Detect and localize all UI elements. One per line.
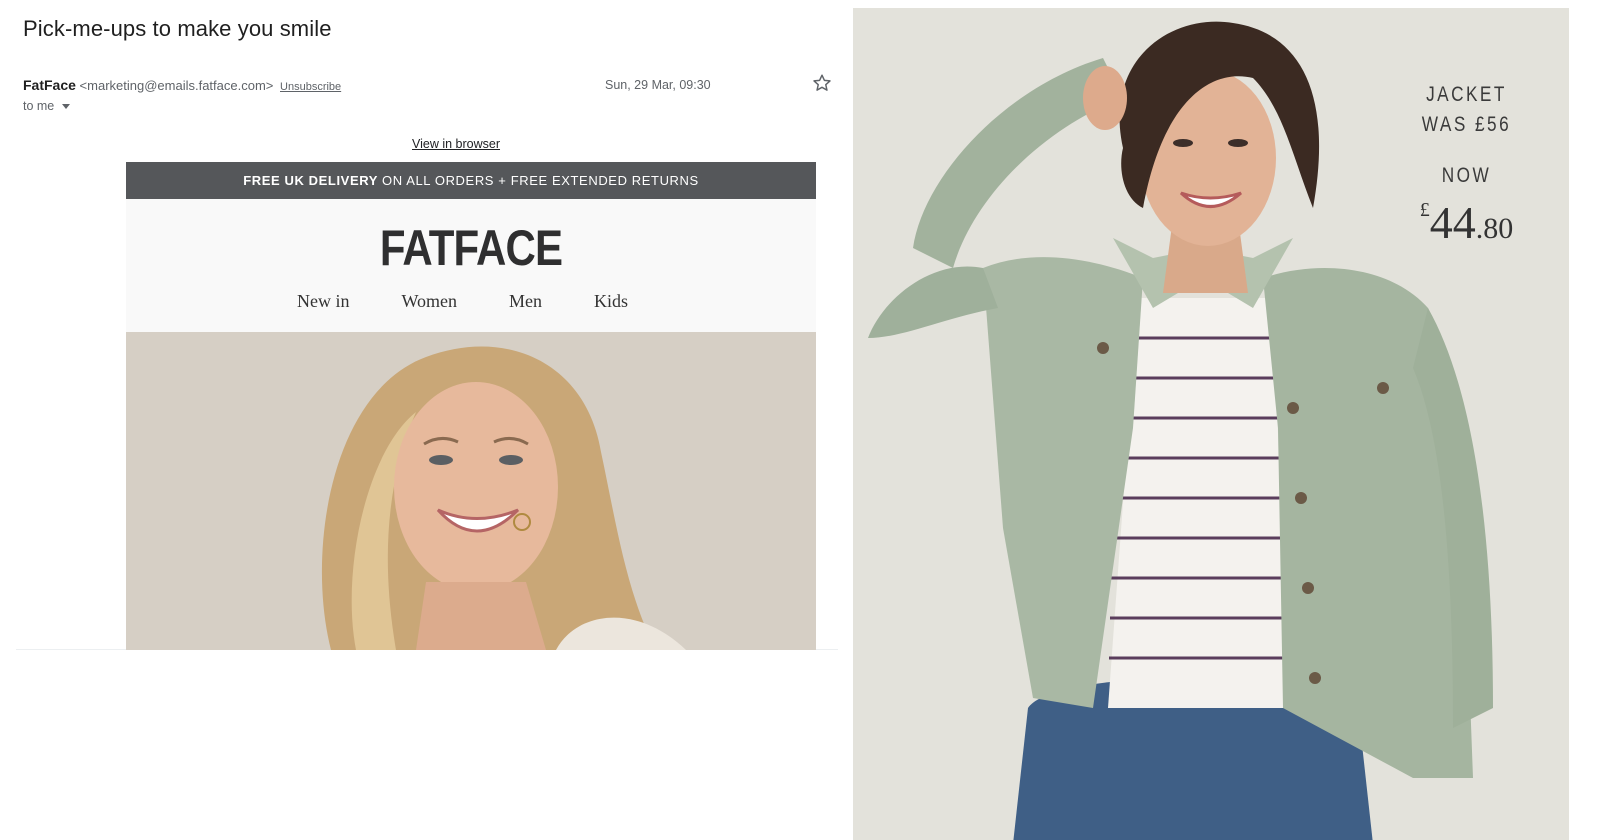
nav-kids[interactable]: Kids (594, 291, 628, 312)
brand-header: FATFACE New in Women Men Kids (126, 199, 816, 332)
nav-women[interactable]: Women (402, 291, 458, 312)
product-image-panel: JACKET WAS £56 NOW £44.80 (853, 8, 1569, 840)
currency-symbol: £ (1419, 199, 1430, 221)
nav-men[interactable]: Men (509, 291, 542, 312)
sender-email: <marketing@emails.fatface.com> (79, 78, 274, 93)
email-subject: Pick-me-ups to make you smile (23, 16, 332, 41)
sender-name[interactable]: FatFace (23, 77, 76, 93)
brand-logo[interactable]: FATFACE (181, 219, 761, 277)
email-date: Sun, 29 Mar, 09:30 (605, 78, 711, 92)
promo-text: ON ALL ORDERS + FREE EXTENDED RETURNS (382, 173, 699, 188)
promo-bold-text: FREE UK DELIVERY (243, 173, 378, 188)
was-price: WAS £56 (1421, 113, 1512, 136)
brand-nav: New in Women Men Kids (297, 291, 628, 312)
price-decimal: .80 (1475, 212, 1514, 245)
now-price: £44.80 (1412, 196, 1521, 249)
newsletter-body: FREE UK DELIVERY ON ALL ORDERS + FREE EX… (126, 162, 816, 650)
hero-woman-photo (126, 332, 816, 650)
nav-new-in[interactable]: New in (297, 291, 350, 312)
view-in-browser-link[interactable]: View in browser (412, 137, 500, 151)
price-card: JACKET WAS £56 NOW £44.80 (1412, 80, 1521, 249)
product-name: JACKET (1426, 83, 1507, 106)
unsubscribe-link[interactable]: Unsubscribe (280, 81, 341, 93)
star-icon[interactable] (811, 72, 833, 94)
price-whole: 44 (1429, 197, 1476, 248)
email-view: Pick-me-ups to make you smile FatFace <m… (16, 0, 838, 650)
promo-banner[interactable]: FREE UK DELIVERY ON ALL ORDERS + FREE EX… (126, 162, 816, 199)
recipient-details-toggle[interactable]: to me (23, 99, 71, 113)
recipient-label: to me (23, 99, 55, 113)
sender-row: FatFace <marketing@emails.fatface.com> U… (23, 77, 341, 93)
hero-image[interactable] (126, 332, 816, 650)
now-label: NOW (1441, 164, 1492, 187)
chevron-down-icon (62, 104, 71, 109)
